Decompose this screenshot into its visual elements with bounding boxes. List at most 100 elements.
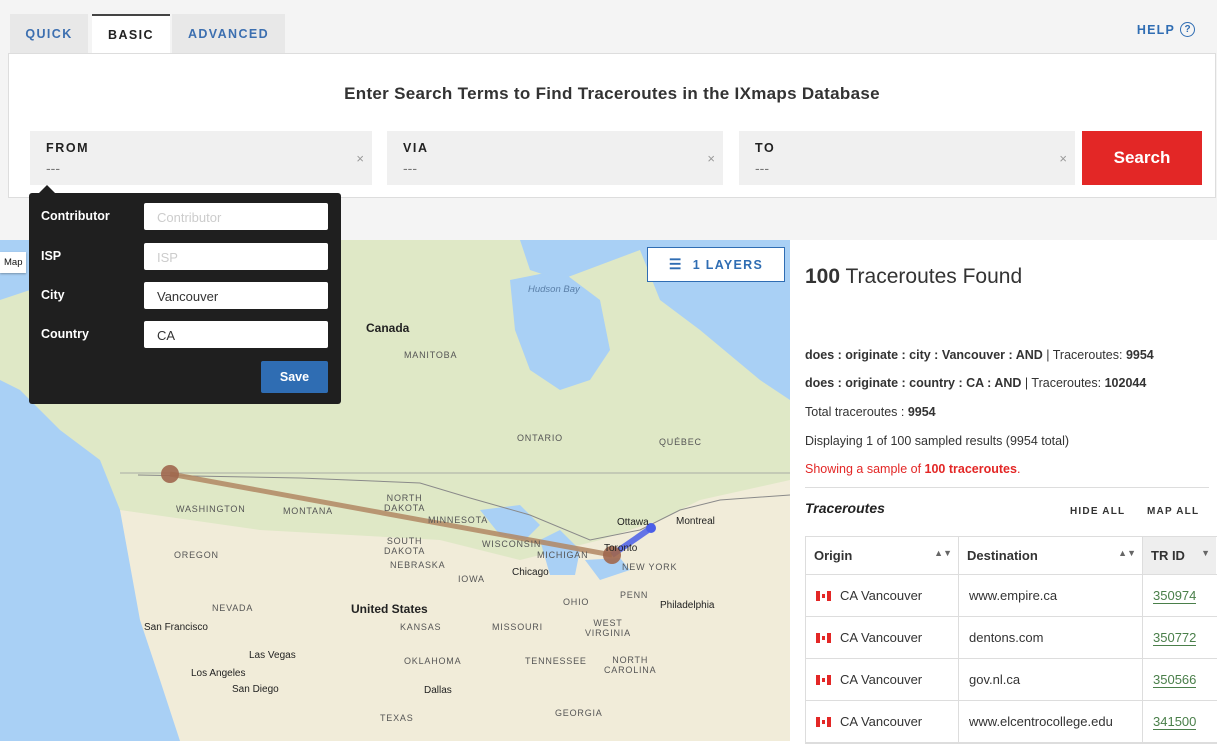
trid-link[interactable]: 350772 (1153, 630, 1197, 646)
origin-text: CA Vancouver (840, 672, 923, 687)
isp-input[interactable]: ISP (144, 243, 328, 270)
query-line-1: does : originate : city : Vancouver : AN… (805, 348, 1154, 362)
map-label: NEVADA (212, 603, 254, 613)
origin-cell: CA Vancouver (806, 659, 959, 700)
hide-all-button[interactable]: HIDE ALL (1070, 506, 1125, 517)
trid-link[interactable]: 341500 (1153, 714, 1197, 730)
destination-cell: dentons.com (959, 617, 1143, 658)
col-trid[interactable]: TR ID ▼ (1143, 537, 1216, 574)
country-row: Country CA (41, 321, 331, 348)
col-destination[interactable]: Destination ▲▼ (959, 537, 1143, 574)
country-input[interactable]: CA (144, 321, 328, 348)
trid-cell: 350566 (1143, 659, 1216, 700)
query-2-sep: | Traceroutes: (1021, 376, 1105, 390)
map-label: MANITOBA (404, 350, 458, 360)
tab-basic[interactable]: BASIC (92, 14, 170, 54)
canada-flag-icon (816, 675, 831, 685)
trid-link[interactable]: 350566 (1153, 672, 1197, 688)
origin-cell: CA Vancouver (806, 617, 959, 658)
clear-to-icon[interactable]: × (1059, 151, 1067, 166)
table-row[interactable]: CA Vancouver dentons.com 350772 (806, 617, 1217, 659)
table-header: Origin ▲▼ Destination ▲▼ TR ID ▼ (806, 537, 1217, 575)
tab-advanced[interactable]: ADVANCED (172, 14, 285, 54)
map-label: ONTARIO (517, 433, 563, 443)
total-count: 9954 (907, 405, 936, 419)
search-button[interactable]: Search (1082, 131, 1202, 185)
from-field[interactable]: FROM --- × (30, 131, 372, 185)
divider (805, 487, 1209, 488)
map-label: WASHINGTON (176, 504, 246, 514)
map-label: PENN (620, 590, 649, 600)
map-label: GEORGIA (555, 708, 603, 718)
map-label: MONTANA (283, 506, 333, 516)
sample-suffix: . (1016, 462, 1021, 476)
sort-icon: ▲▼ (934, 548, 952, 558)
sort-desc-icon: ▼ (1201, 548, 1210, 558)
map-label: NORTH CAROLINA (604, 655, 657, 675)
map-label: OHIO (563, 597, 590, 607)
tab-quick[interactable]: QUICK (10, 14, 88, 54)
total-line: Total traceroutes : 9954 (805, 405, 936, 419)
to-value: --- (755, 160, 769, 176)
map-label: MISSOURI (492, 622, 543, 632)
via-label: VIA (403, 141, 429, 155)
map-label: Canada (366, 321, 410, 335)
map-label: Montreal (676, 516, 715, 527)
col-origin[interactable]: Origin ▲▼ (806, 537, 959, 574)
map-label: Las Vegas (249, 650, 296, 661)
map-label: San Francisco (144, 622, 208, 633)
displaying-line: Displaying 1 of 100 sampled results (995… (805, 434, 1070, 448)
city-input[interactable]: Vancouver (144, 282, 328, 309)
origin-text: CA Vancouver (840, 714, 923, 729)
map-label: QUÉBEC (659, 437, 702, 447)
trid-link[interactable]: 350974 (1153, 588, 1197, 604)
contributor-input[interactable]: Contributor (144, 203, 328, 230)
to-field[interactable]: TO --- × (739, 131, 1075, 185)
map-label: TENNESSEE (525, 656, 587, 666)
map-label: TEXAS (380, 713, 414, 723)
map-label: WISCONSIN (482, 539, 542, 549)
from-label: FROM (46, 141, 90, 155)
origin-marker[interactable] (161, 465, 179, 483)
sort-icon: ▲▼ (1118, 548, 1136, 558)
map-all-button[interactable]: MAP ALL (1147, 506, 1199, 517)
map-type-button[interactable]: Map (0, 252, 27, 273)
col-origin-label: Origin (814, 548, 853, 563)
map-label: Dallas (424, 685, 452, 696)
search-panel: Enter Search Terms to Find Traceroutes i… (8, 53, 1216, 198)
col-destination-label: Destination (967, 548, 1038, 563)
destination-cell: gov.nl.ca (959, 659, 1143, 700)
table-row[interactable]: CA Vancouver gov.nl.ca 350566 (806, 659, 1217, 701)
traceroutes-table: Origin ▲▼ Destination ▲▼ TR ID ▼ CA Vancouv… (805, 536, 1217, 744)
clear-via-icon[interactable]: × (707, 151, 715, 166)
map-label: KANSAS (400, 622, 442, 632)
layers-label: 1 LAYERS (692, 257, 764, 272)
map-label: WEST VIRGINIA (585, 618, 631, 638)
canada-flag-icon (816, 591, 831, 601)
query-1-count: 9954 (1125, 348, 1154, 362)
destination-cell: www.elcentrocollege.edu (959, 701, 1143, 742)
via-value: --- (403, 160, 417, 176)
via-field[interactable]: VIA --- × (387, 131, 723, 185)
traceroutes-title: Traceroutes (805, 500, 885, 516)
map-label: Philadelphia (660, 600, 715, 611)
destination-cell: www.empire.ca (959, 575, 1143, 616)
origin-cell: CA Vancouver (806, 701, 959, 742)
map-label: NORTH DAKOTA (384, 493, 426, 513)
help-link[interactable]: HELP ? (1137, 22, 1195, 37)
from-filter-popup: Contributor Contributor ISP ISP City Van… (29, 185, 341, 404)
layers-icon: ☰ (668, 256, 683, 272)
map-label: OKLAHOMA (404, 656, 462, 666)
table-row[interactable]: CA Vancouver www.empire.ca 350974 (806, 575, 1217, 617)
clear-from-icon[interactable]: × (356, 151, 364, 166)
sample-line: Showing a sample of 100 traceroutes. (805, 462, 1020, 476)
canada-flag-icon (816, 717, 831, 727)
isp-label: ISP (41, 249, 62, 263)
table-row[interactable]: CA Vancouver www.elcentrocollege.edu 341… (806, 701, 1217, 743)
save-button[interactable]: Save (261, 361, 328, 393)
col-trid-label: TR ID (1151, 548, 1185, 563)
layers-button[interactable]: ☰ 1 LAYERS (647, 247, 785, 282)
to-label: TO (755, 141, 776, 155)
query-1-text: does : originate : city : Vancouver : AN… (805, 348, 1043, 362)
origin-text: CA Vancouver (840, 630, 923, 645)
